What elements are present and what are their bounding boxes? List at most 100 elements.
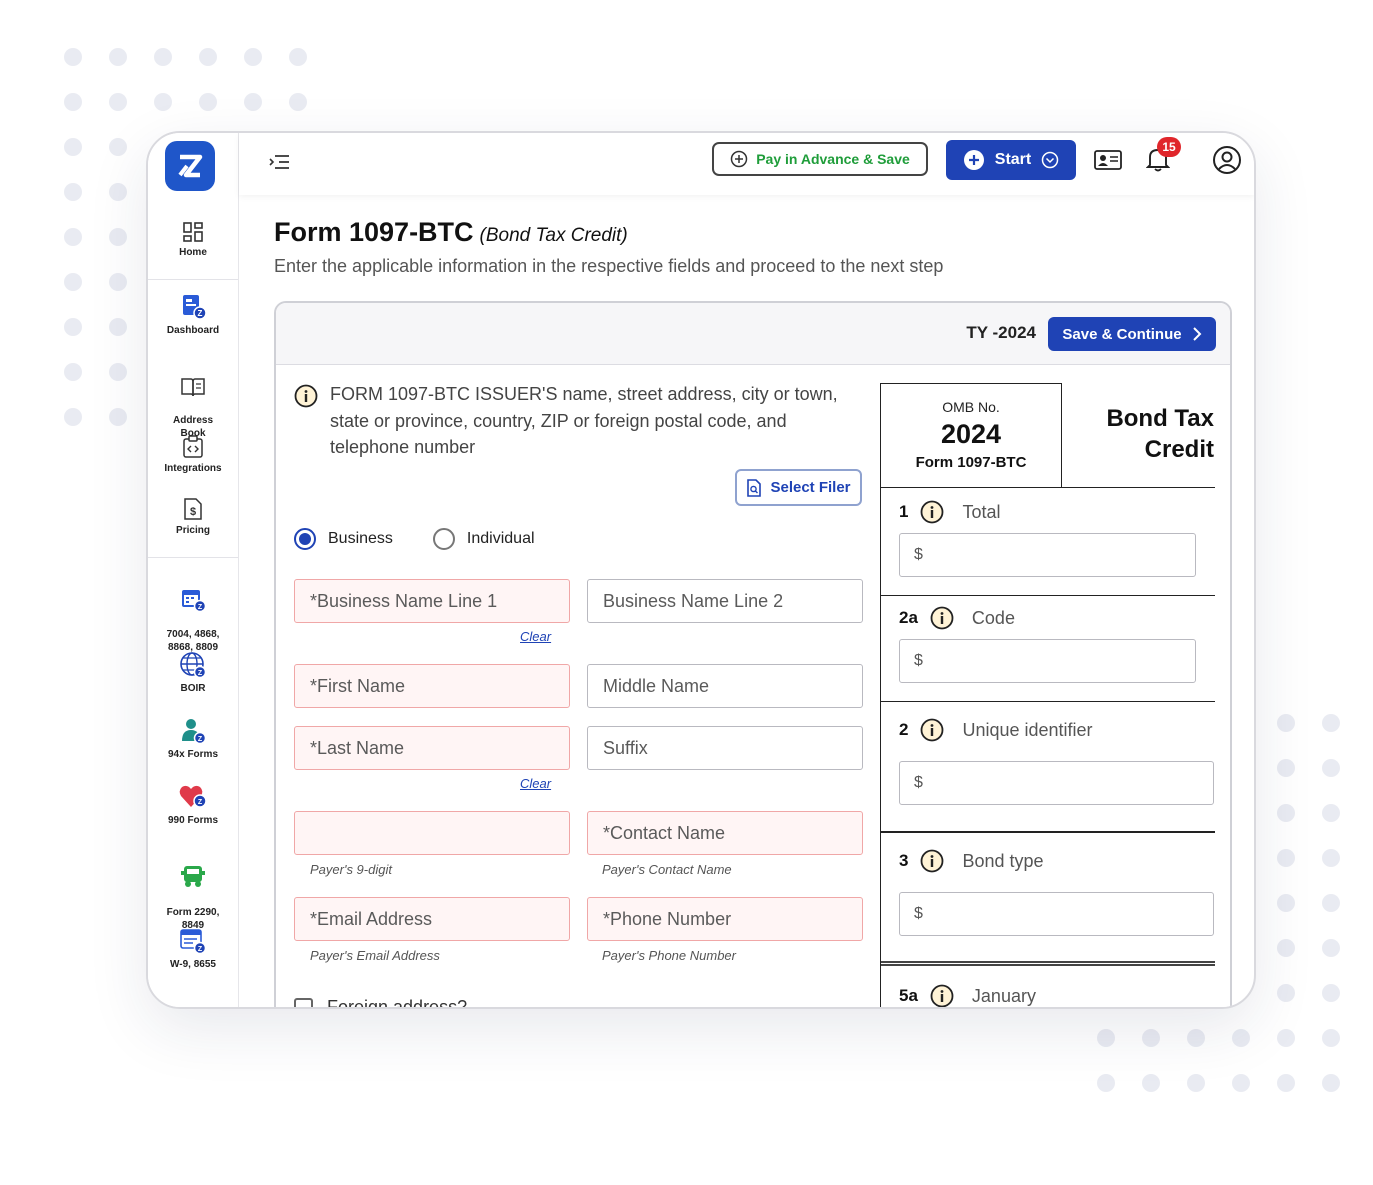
phone-number-input[interactable]: *Phone Number [587, 897, 863, 941]
user-avatar-icon[interactable] [1212, 145, 1242, 175]
decorative-dot [289, 48, 307, 66]
form-card: TY -2024 Save & Continue FORM 1097-BTC I… [274, 301, 1232, 1009]
info-icon[interactable] [294, 384, 318, 408]
decorative-dot [109, 363, 127, 381]
decorative-dot [109, 408, 127, 426]
decorative-dot [1322, 1074, 1340, 1092]
save-and-continue-label: Save & Continue [1062, 325, 1182, 343]
truck-icon [181, 866, 205, 887]
heart-icon: Z [179, 785, 207, 808]
decorative-dot [154, 93, 172, 111]
radio-individual[interactable] [432, 528, 455, 550]
decorative-dot [109, 93, 127, 111]
foreign-address-checkbox[interactable]: Foreign address? [294, 997, 468, 1009]
business-name-line-1-input[interactable]: *Business Name Line 1 [294, 579, 570, 623]
clear-name-link[interactable]: Clear [520, 776, 551, 791]
sidebar-item-address-book[interactable]: Address Book [148, 363, 238, 440]
box-number: 5a [899, 986, 918, 1005]
sidebar-item-label: 990 Forms [167, 815, 219, 826]
first-name-input[interactable]: *First Name [294, 664, 570, 708]
decorative-dot [109, 138, 127, 156]
info-icon[interactable] [920, 500, 944, 524]
form-title-suffix: (Bond Tax Credit) [479, 225, 628, 246]
checkbox-box[interactable] [294, 998, 313, 1007]
sidebar-item-boir[interactable]: Z BOIR [148, 651, 238, 695]
decorative-dot [64, 93, 82, 111]
decorative-dot [1277, 984, 1295, 1002]
info-icon[interactable] [920, 718, 944, 742]
sidebar-item-integrations[interactable]: Integrations [148, 435, 238, 475]
decorative-dot [109, 318, 127, 336]
sidebar-item-990-forms[interactable]: Z 990 Forms [148, 783, 238, 827]
omb-label: OMB No. [942, 399, 1000, 415]
box-number: 2a [899, 608, 918, 627]
pay-in-advance-button[interactable]: Pay in Advance & Save [712, 142, 928, 176]
suffix-input[interactable]: Suffix [587, 726, 863, 770]
sidebar-item-extension-forms[interactable]: Z 7004, 4868, 8868, 8809 [148, 573, 238, 654]
decorative-dot [1187, 1074, 1205, 1092]
box-1-total-input[interactable]: $ [899, 533, 1196, 577]
sidebar-item-form-2290[interactable]: Form 2290, 8849 [148, 849, 238, 932]
decorative-dot [1322, 759, 1340, 777]
decorative-dot [109, 228, 127, 246]
form-title: Form 1097-BTC [274, 217, 474, 247]
form-name: Form 1097-BTC [915, 454, 1027, 471]
box-title: Total [962, 501, 1001, 522]
sidebar: Home Z Dashboard Address Book Integratio… [148, 133, 239, 1007]
id-card-icon[interactable] [1094, 149, 1122, 171]
page-title: Form 1097-BTC (Bond Tax Credit) [274, 217, 943, 248]
box-2a-code-input[interactable]: $ [899, 639, 1196, 683]
business-name-line-2-input[interactable]: Business Name Line 2 [587, 579, 863, 623]
clear-business-name-link[interactable]: Clear [520, 629, 551, 644]
plus-icon [963, 150, 984, 170]
foreign-address-label: Foreign address? [327, 997, 468, 1009]
middle-name-input[interactable]: Middle Name [587, 664, 863, 708]
decorative-dot [64, 228, 82, 246]
box-2a-label: 2a Code [899, 606, 1015, 630]
decorative-dot [1277, 714, 1295, 732]
logo-icon [178, 154, 203, 178]
notification-badge: 15 [1157, 137, 1181, 157]
page-subtitle: Enter the applicable information in the … [274, 256, 944, 276]
select-filer-button[interactable]: Select Filer [735, 469, 862, 506]
app-logo[interactable] [165, 141, 215, 191]
box-3-bond-type-input[interactable]: $ [899, 892, 1214, 936]
info-icon[interactable] [920, 849, 944, 873]
radio-business[interactable] [294, 528, 316, 550]
start-label: Start [994, 151, 1032, 168]
decorative-dot [1097, 1029, 1115, 1047]
save-and-continue-button[interactable]: Save & Continue [1048, 317, 1216, 351]
decorative-dot [1277, 849, 1295, 867]
contact-name-input[interactable]: *Contact Name [587, 811, 863, 855]
chevron-right-icon [1192, 327, 1202, 341]
svg-text:Z: Z [198, 799, 203, 806]
decorative-dot [199, 48, 217, 66]
sidebar-item-pricing[interactable]: $ Pricing [148, 497, 238, 537]
dashboard-icon: Z [183, 295, 206, 320]
info-icon[interactable] [930, 606, 954, 630]
sidebar-item-w9[interactable]: Z W-9, 8655 [148, 927, 238, 971]
contact-name-hint: Payer's Contact Name [602, 862, 732, 877]
svg-text:$: $ [190, 506, 196, 518]
menu-toggle-icon[interactable] [267, 151, 293, 173]
decorative-dot [244, 48, 262, 66]
decorative-dot [64, 183, 82, 201]
sidebar-item-dashboard[interactable]: Z Dashboard [148, 293, 238, 337]
box-2-unique-identifier-input[interactable]: $ [899, 761, 1214, 805]
payer-tin-input[interactable] [294, 811, 570, 855]
box-number: 3 [899, 851, 909, 870]
info-icon[interactable] [930, 984, 954, 1008]
sidebar-item-94x-forms[interactable]: Z 94x Forms [148, 717, 238, 761]
decorative-dot [64, 318, 82, 336]
sidebar-item-label: 94x Forms [167, 749, 219, 760]
sidebar-item-label: BOIR [180, 683, 206, 694]
email-address-input[interactable]: *Email Address [294, 897, 570, 941]
svg-text:Z: Z [198, 946, 203, 953]
phone-hint: Payer's Phone Number [602, 948, 736, 963]
last-name-input[interactable]: *Last Name [294, 726, 570, 770]
document-search-icon [747, 478, 762, 497]
grid-icon [183, 222, 203, 242]
sidebar-item-home[interactable]: Home [148, 221, 238, 259]
start-button[interactable]: Start [946, 140, 1076, 180]
decorative-dot [109, 273, 127, 291]
